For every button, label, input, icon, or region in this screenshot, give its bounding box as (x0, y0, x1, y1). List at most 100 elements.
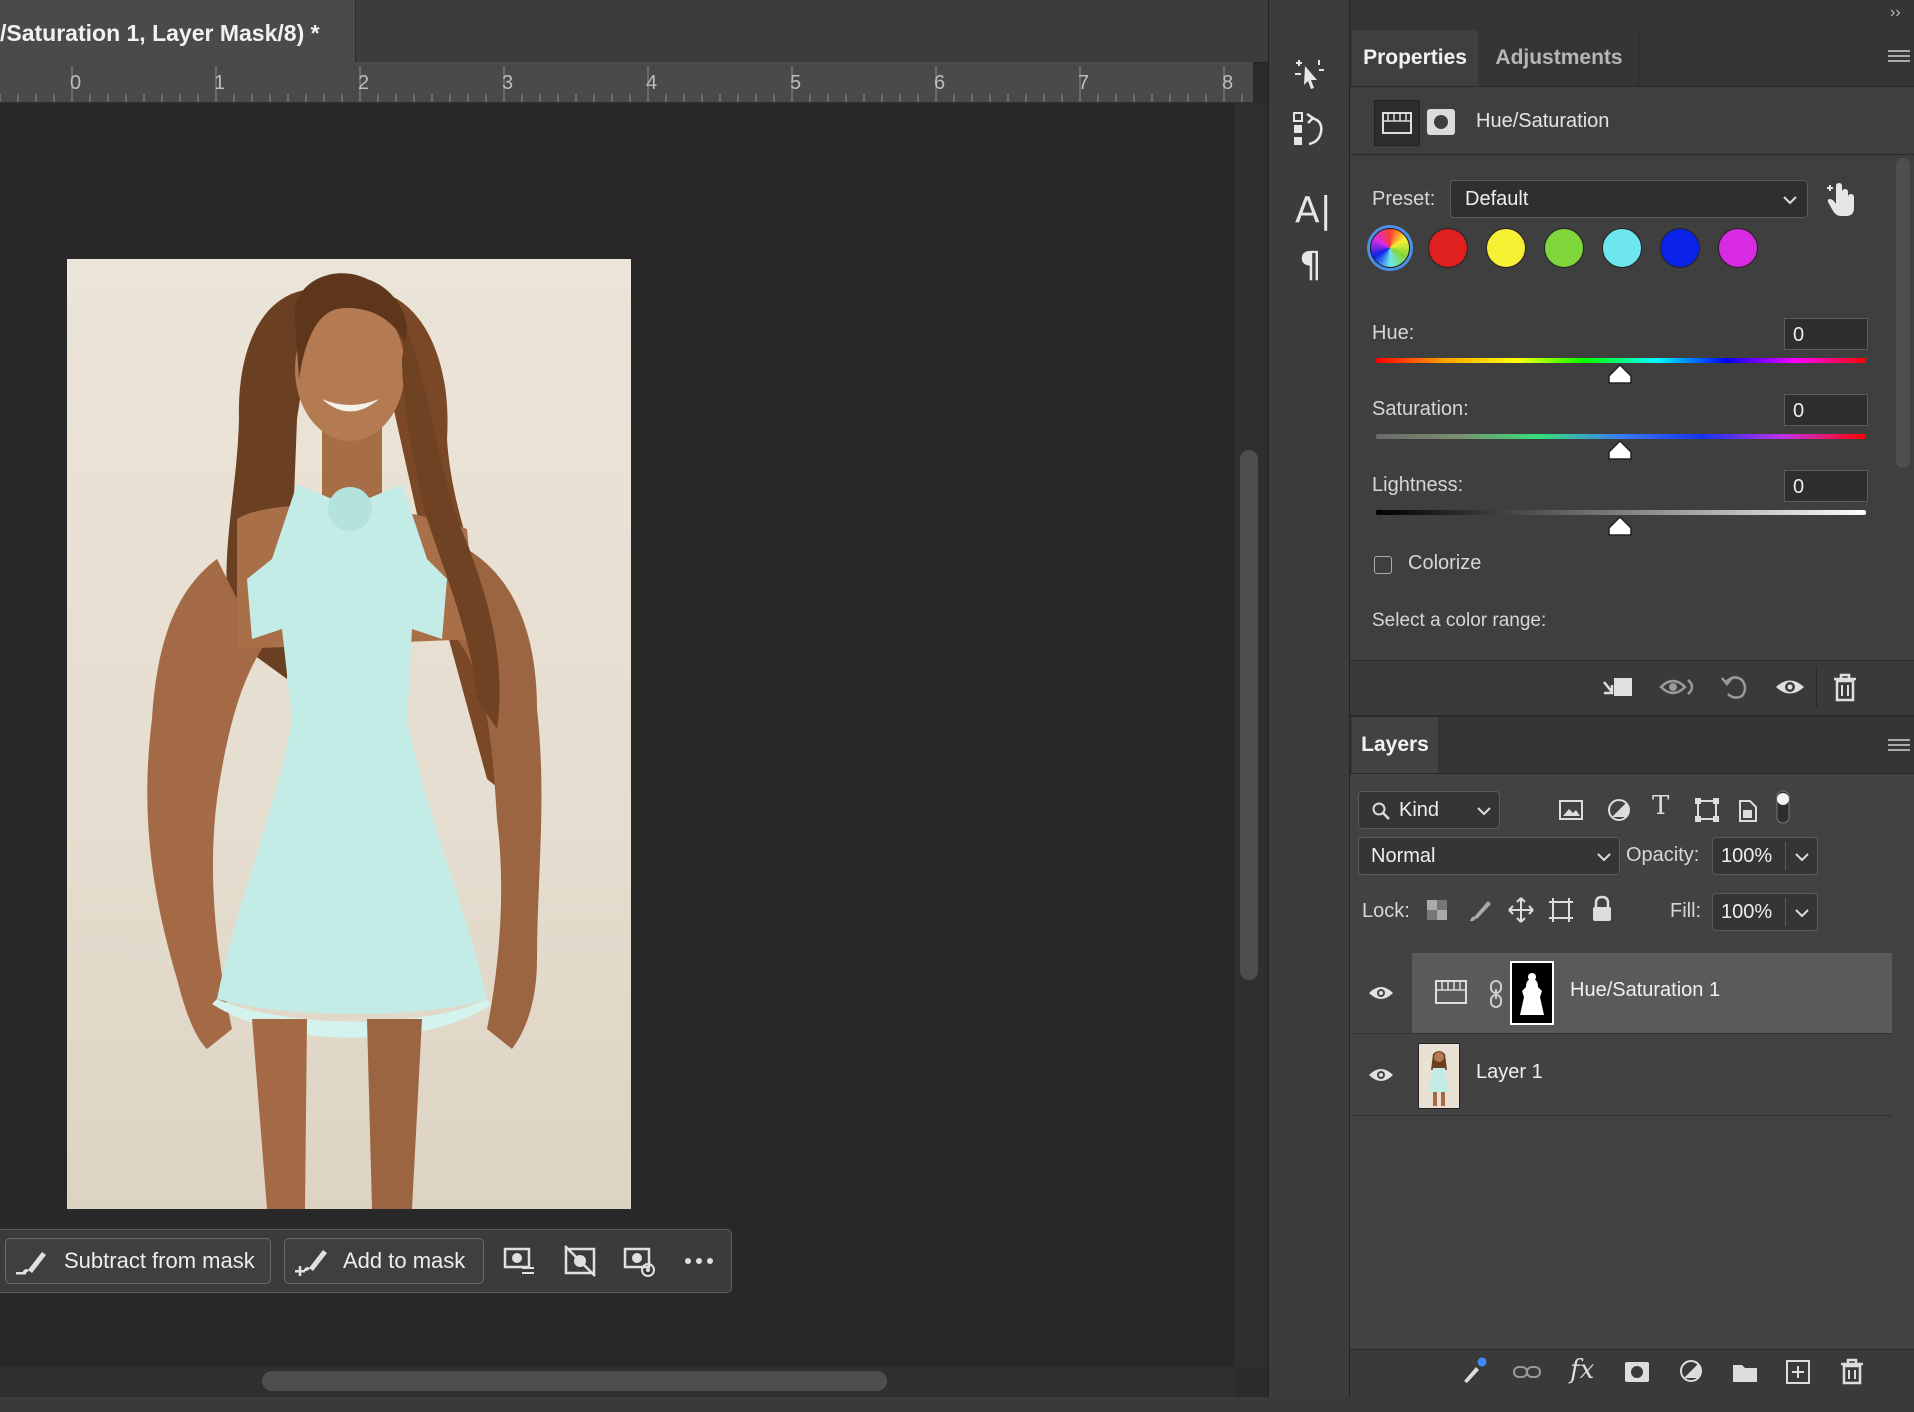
paragraph-panel-icon[interactable]: ¶ (1299, 245, 1322, 286)
ruler-number: 6 (934, 72, 946, 94)
layer-visibility-eye-icon[interactable] (1368, 985, 1394, 1001)
filter-smart-object-icon[interactable] (1734, 797, 1760, 823)
layer-row-hue-saturation[interactable]: Hue/Saturation 1 (1352, 953, 1892, 1034)
saturation-slider-thumb[interactable] (1608, 440, 1632, 460)
ruler-number: 4 (646, 72, 658, 94)
reds-swatch[interactable] (1428, 228, 1468, 268)
layer-mask-thumbnail[interactable] (1510, 961, 1554, 1025)
lightness-slider-thumb[interactable] (1608, 516, 1632, 536)
mask-options-icon[interactable] (502, 1244, 536, 1278)
horizontal-scrollbar-thumb[interactable] (262, 1371, 887, 1391)
adjustment-layer-icon[interactable] (1374, 100, 1420, 146)
layers-menu-icon[interactable] (1888, 739, 1910, 753)
layer-style-fx-icon[interactable]: fx (1570, 1355, 1594, 1385)
filter-pixel-icon[interactable] (1558, 797, 1584, 823)
new-layer-icon[interactable] (1784, 1358, 1812, 1386)
adjustment-name: Hue/Saturation (1476, 110, 1610, 132)
adjustments-sparkle-icon[interactable] (1291, 56, 1327, 92)
document-image[interactable] (67, 259, 631, 1209)
panel-menu-icon[interactable] (1888, 50, 1910, 64)
filter-toggle-icon[interactable] (1774, 789, 1792, 825)
delete-trash-icon[interactable] (1832, 672, 1858, 702)
lock-position-icon[interactable] (1508, 897, 1534, 923)
tab-layers[interactable]: Layers (1352, 717, 1438, 773)
layer-visibility-eye-icon[interactable] (1368, 1067, 1394, 1083)
layer-thumbnail[interactable] (1418, 1043, 1460, 1109)
tab-adjustments-label: Adjustments (1495, 46, 1623, 69)
disable-mask-icon[interactable] (563, 1244, 597, 1278)
link-layers-icon[interactable] (1513, 1358, 1541, 1386)
preset-dropdown[interactable]: Default (1450, 180, 1808, 218)
chevron-down-icon (1783, 196, 1797, 205)
visibility-eye-icon[interactable] (1774, 674, 1806, 700)
delete-layer-trash-icon[interactable] (1838, 1357, 1866, 1385)
filter-shape-icon[interactable] (1694, 797, 1720, 823)
reset-icon[interactable] (1718, 672, 1750, 702)
blend-mode-dropdown[interactable]: Normal (1358, 837, 1620, 875)
saturation-slider-track[interactable] (1376, 434, 1866, 439)
document-tab[interactable]: /Saturation 1, Layer Mask/8) * (0, 0, 356, 62)
targeted-adjustment-hand-icon[interactable] (1824, 180, 1860, 220)
collapse-right-icon[interactable]: ›› (1890, 4, 1901, 22)
add-mask-icon[interactable] (1623, 1358, 1651, 1386)
layer-name[interactable]: Layer 1 (1476, 1061, 1543, 1084)
horizontal-ruler: 0 1 2 3 4 5 6 7 8 (0, 62, 1253, 103)
colorize-checkbox[interactable] (1374, 556, 1392, 574)
saturation-value-field[interactable]: 0 (1784, 394, 1868, 426)
opacity-label: Opacity: (1626, 844, 1700, 866)
brush-plus-icon (295, 1250, 327, 1276)
ruler-number: 3 (502, 72, 514, 94)
hue-slider-thumb[interactable] (1608, 364, 1632, 384)
magentas-swatch[interactable] (1718, 228, 1758, 268)
cyans-swatch[interactable] (1602, 228, 1642, 268)
chevron-down-icon (1795, 909, 1809, 918)
tab-properties[interactable]: Properties (1352, 30, 1478, 86)
lock-label: Lock: (1362, 900, 1410, 922)
lock-transparency-icon[interactable] (1426, 899, 1448, 921)
lock-artboard-icon[interactable] (1548, 897, 1574, 923)
greens-swatch[interactable] (1544, 228, 1584, 268)
yellows-swatch[interactable] (1486, 228, 1526, 268)
history-icon[interactable] (1291, 110, 1327, 150)
tab-layers-label: Layers (1361, 733, 1429, 756)
clip-to-layer-icon[interactable] (1600, 672, 1636, 702)
generative-brush-icon[interactable] (1460, 1357, 1488, 1385)
lightness-slider-track[interactable] (1376, 510, 1866, 515)
character-panel-icon[interactable]: A| (1295, 190, 1332, 231)
blues-swatch[interactable] (1660, 228, 1700, 268)
layer-name[interactable]: Hue/Saturation 1 (1570, 979, 1720, 1002)
opacity-field[interactable]: 100% (1712, 837, 1818, 875)
view-previous-state-icon[interactable] (1658, 672, 1698, 702)
hue-slider-track[interactable] (1376, 358, 1866, 363)
properties-scrollbar-thumb[interactable] (1896, 158, 1910, 468)
preset-label: Preset: (1372, 188, 1436, 210)
fill-field[interactable]: 100% (1712, 893, 1818, 931)
lightness-label: Lightness: (1372, 474, 1464, 496)
more-options-icon[interactable] (682, 1244, 716, 1278)
tab-adjustments[interactable]: Adjustments (1480, 30, 1639, 86)
view-mask-icon[interactable] (622, 1244, 656, 1278)
filter-kind-dropdown[interactable]: Kind (1358, 791, 1500, 829)
colorize-label: Colorize (1408, 552, 1482, 574)
filter-type-icon[interactable]: T (1652, 791, 1669, 821)
layer-mask-icon[interactable] (1426, 108, 1456, 136)
hue-value-field[interactable]: 0 (1784, 318, 1868, 350)
lock-pixels-icon[interactable] (1468, 897, 1494, 923)
master-color-swatch[interactable] (1370, 228, 1410, 268)
layer-row-layer-1[interactable]: Layer 1 (1352, 1035, 1892, 1116)
ruler-number: 7 (1078, 72, 1090, 94)
vertical-scrollbar-thumb[interactable] (1240, 450, 1258, 980)
footer-divider (1816, 666, 1817, 708)
layer-link-icon[interactable] (1488, 979, 1504, 1009)
new-group-folder-icon[interactable] (1731, 1358, 1759, 1386)
lightness-value-field[interactable]: 0 (1784, 470, 1868, 502)
filter-adjustment-icon[interactable] (1606, 797, 1632, 823)
lock-all-icon[interactable] (1590, 895, 1614, 923)
fill-label: Fill: (1670, 900, 1702, 922)
chevron-down-icon (1597, 853, 1611, 862)
ruler-number: 5 (790, 72, 802, 94)
new-adjustment-layer-icon[interactable] (1678, 1358, 1706, 1386)
add-to-mask-button[interactable]: Add to mask (284, 1238, 484, 1284)
subtract-from-mask-button[interactable]: Subtract from mask (5, 1238, 271, 1284)
add-to-mask-label: Add to mask (343, 1248, 466, 1273)
